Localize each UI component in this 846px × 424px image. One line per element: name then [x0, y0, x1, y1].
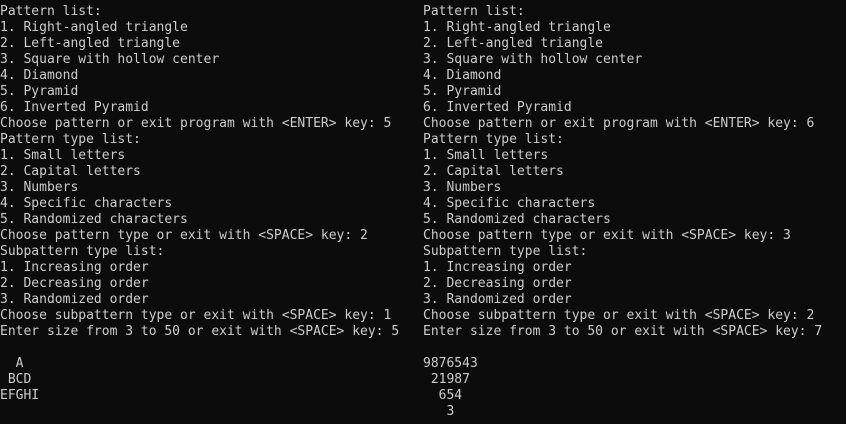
console-line: 1. Right-angled triangle — [423, 20, 611, 35]
console-line: 3. Randomized order — [0, 292, 149, 307]
console-line: Enter size from 3 to 50 or exit with <SP… — [0, 324, 400, 339]
console-line: 4. Diamond — [423, 68, 502, 83]
console-line: Pattern type list: — [423, 132, 564, 147]
pattern-output-line: BCD — [0, 372, 32, 387]
console-line: Pattern list: — [423, 4, 525, 19]
console-line: 3. Numbers — [0, 180, 79, 195]
console-line: 1. Small letters — [0, 148, 126, 163]
pattern-output-line: 3 — [423, 404, 455, 419]
console-line: 2. Capital letters — [0, 164, 141, 179]
console-line: Enter size from 3 to 50 or exit with <SP… — [423, 324, 823, 339]
pattern-output-line: 21987 — [423, 372, 470, 387]
console-line: 5. Pyramid — [423, 84, 502, 99]
pattern-output-line: A — [0, 356, 24, 371]
console-line: 3. Square with hollow center — [0, 52, 220, 67]
console-line: Choose pattern type or exit with <SPACE>… — [0, 228, 368, 243]
console-line: Pattern type list: — [0, 132, 141, 147]
pattern-output-line: 9876543 — [423, 356, 478, 371]
console-line: Choose pattern type or exit with <SPACE>… — [423, 228, 791, 243]
console-line: 1. Increasing order — [423, 260, 572, 275]
console-line: 6. Inverted Pyramid — [423, 100, 572, 115]
console-line: 3. Randomized order — [423, 292, 572, 307]
console-line: 4. Specific characters — [0, 196, 173, 211]
console-line: 1. Increasing order — [0, 260, 149, 275]
console-line: Subpattern type list: — [0, 244, 165, 259]
console-line: Choose subpattern type or exit with <SPA… — [0, 308, 392, 323]
console-line: 5. Randomized characters — [0, 212, 188, 227]
console-line: Choose pattern or exit program with <ENT… — [0, 116, 392, 131]
console-line: Subpattern type list: — [423, 244, 588, 259]
pattern-output-line: 654 — [423, 388, 463, 403]
console-line: 2. Decreasing order — [423, 276, 572, 291]
console-line: Choose pattern or exit program with <ENT… — [423, 116, 815, 131]
console-right: Pattern list: 1. Right-angled triangle 2… — [423, 4, 846, 424]
console-line: 3. Numbers — [423, 180, 502, 195]
console-line: 2. Left-angled triangle — [0, 36, 181, 51]
console-line: 6. Inverted Pyramid — [0, 100, 149, 115]
console-line: Choose subpattern type or exit with <SPA… — [423, 308, 815, 323]
console-line: 1. Right-angled triangle — [0, 20, 188, 35]
console-line: 2. Decreasing order — [0, 276, 149, 291]
console-line: 2. Left-angled triangle — [423, 36, 604, 51]
console-line: 1. Small letters — [423, 148, 549, 163]
console-line: 3. Square with hollow center — [423, 52, 643, 67]
pattern-output-line: EFGHI — [0, 388, 40, 403]
console-line: Pattern list: — [0, 4, 102, 19]
console-line: 5. Randomized characters — [423, 212, 611, 227]
console-left: Pattern list: 1. Right-angled triangle 2… — [0, 4, 423, 424]
console-line: 5. Pyramid — [0, 84, 79, 99]
console-line: 4. Diamond — [0, 68, 79, 83]
console-line: 2. Capital letters — [423, 164, 564, 179]
console-line: 4. Specific characters — [423, 196, 596, 211]
